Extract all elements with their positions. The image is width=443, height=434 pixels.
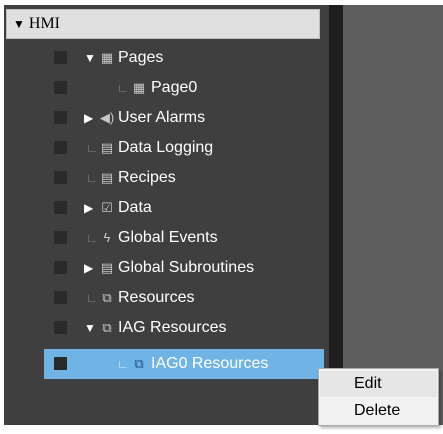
data-logging-icon: ▤ (100, 140, 114, 155)
tree-item-label: Pages (118, 49, 164, 66)
tree-item-label: Global Subroutines (118, 259, 255, 276)
tree-connector: ∟ (86, 231, 98, 245)
recipes-icon: ▤ (100, 170, 114, 185)
tree-connector: ∟ (86, 141, 98, 155)
tree-item-resources[interactable]: ∟ ⧉ Resources (4, 283, 329, 313)
tree-item-user-alarms[interactable]: ▶ ◀) User Alarms (4, 103, 329, 133)
page-icon: ▦ (132, 80, 146, 95)
tree-item-label: Global Events (118, 229, 218, 246)
resources-icon: ⧉ (102, 290, 112, 305)
tree-item-label: User Alarms (118, 109, 206, 126)
context-menu: Edit Delete (318, 368, 439, 426)
tree-connector: ∟ (86, 291, 98, 305)
subroutine-icon: ▤ (100, 260, 114, 275)
tree-root-hmi[interactable]: ▼ HMI (6, 9, 320, 39)
tree-item-global-events[interactable]: ∟ ϟ Global Events (4, 223, 329, 253)
tree-item-iag0-resources[interactable]: ∟ ⧉ IAG0 Resources (4, 349, 329, 379)
tree-connector: ∟ (117, 357, 129, 371)
status-square (54, 201, 67, 214)
tree-item-label: Recipes (118, 169, 176, 186)
status-square (54, 141, 67, 154)
panel-splitter[interactable] (329, 5, 343, 425)
alarm-speaker-icon: ◀) (99, 110, 115, 125)
expand-arrow-icon[interactable]: ▼ (13, 10, 25, 38)
tree-item-global-subroutines[interactable]: ▶ ▤ Global Subroutines (4, 253, 329, 283)
tree-item-label: Resources (118, 289, 195, 306)
expand-arrow-icon[interactable]: ▼ (84, 313, 96, 343)
iag0-resources-icon: ⧉ (134, 356, 144, 371)
expand-arrow-icon[interactable]: ▶ (84, 253, 93, 283)
tree-item-data[interactable]: ▶ ☑ Data (4, 193, 329, 223)
lightning-icon: ϟ (103, 230, 111, 245)
tree-item-pages[interactable]: ▼ ▦ Pages (4, 43, 329, 73)
tree-root-label: HMI (28, 15, 60, 32)
status-square (54, 321, 67, 334)
data-icon: ☑ (101, 200, 113, 215)
tree-item-data-logging[interactable]: ∟ ▤ Data Logging (4, 133, 329, 163)
status-square (54, 231, 67, 244)
status-square (54, 291, 67, 304)
tree-connector: ∟ (117, 81, 129, 95)
tree-item-label: Data Logging (118, 139, 214, 156)
workspace-panel (343, 5, 443, 425)
status-square (54, 357, 67, 370)
iag-resources-icon: ⧉ (102, 320, 112, 335)
context-menu-delete[interactable]: Delete (320, 398, 437, 424)
pages-icon: ▦ (100, 50, 114, 65)
context-menu-item-label: Delete (354, 402, 401, 419)
status-square (54, 81, 67, 94)
status-square (54, 171, 67, 184)
tree-connector: ∟ (86, 171, 98, 185)
context-menu-edit[interactable]: Edit (320, 371, 437, 397)
tree-item-page0[interactable]: ∟ ▦ Page0 (4, 73, 329, 103)
status-square (54, 51, 67, 64)
status-square (54, 111, 67, 124)
expand-arrow-icon[interactable]: ▼ (84, 43, 96, 73)
status-square (54, 261, 67, 274)
expand-arrow-icon[interactable]: ▶ (84, 103, 93, 133)
tree-item-iag-resources[interactable]: ▼ ⧉ IAG Resources (4, 313, 329, 343)
tree-item-label: Page0 (151, 79, 198, 96)
tree-item-label: IAG Resources (118, 319, 227, 336)
tree-item-label: IAG0 Resources (151, 355, 269, 372)
context-menu-item-label: Edit (354, 375, 382, 392)
expand-arrow-icon[interactable]: ▶ (84, 193, 93, 223)
tree-item-recipes[interactable]: ∟ ▤ Recipes (4, 163, 329, 193)
tree-item-label: Data (118, 199, 152, 216)
